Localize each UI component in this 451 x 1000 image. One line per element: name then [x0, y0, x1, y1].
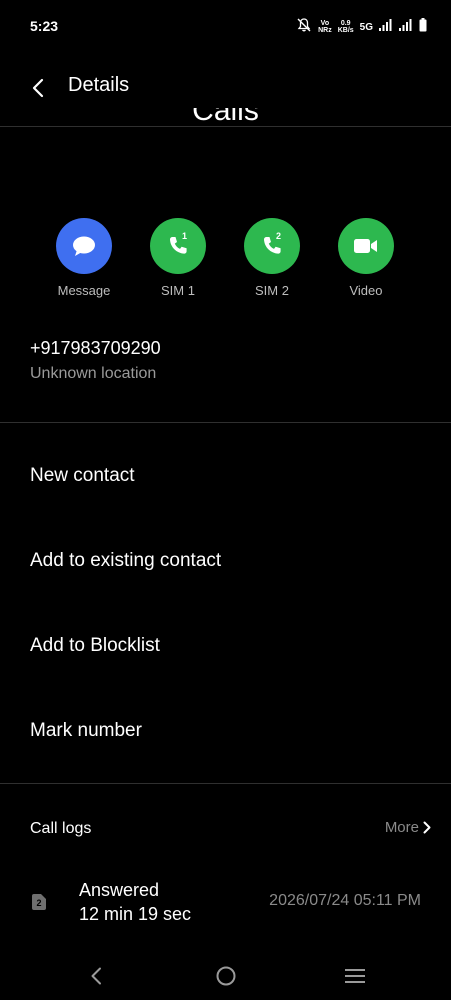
status-time: 5:23 [30, 18, 59, 34]
call-logs-title: Call logs [30, 820, 92, 837]
message-button[interactable]: Message [36, 218, 132, 298]
network-speed: 0.9 KB/s [337, 20, 354, 34]
chevron-left-icon [32, 78, 44, 98]
sim2-badge: 2 [276, 231, 282, 241]
nav-back-icon [91, 967, 101, 985]
nav-home-button[interactable] [212, 962, 240, 990]
more-label: More [384, 819, 419, 836]
call-log-duration: 12 min 19 sec [79, 904, 192, 924]
more-call-logs-link[interactable]: More [385, 819, 431, 836]
sim2-indicator-icon: 2 [32, 894, 46, 910]
new-contact-option[interactable]: New contact [30, 465, 135, 487]
video-call-button[interactable]: Video [318, 218, 414, 298]
back-button[interactable] [22, 72, 54, 104]
video-icon [354, 239, 377, 253]
add-to-blocklist-option[interactable]: Add to Blocklist [30, 635, 160, 657]
phone-location: Unknown location [30, 365, 157, 382]
status-bar: 5:23 Vo NRz 0.9 KB/s 5G [0, 0, 451, 54]
battery-icon [419, 17, 427, 37]
sim1-call-button[interactable]: 1 SIM 1 [130, 218, 226, 298]
divider [0, 422, 451, 423]
nav-back-button[interactable] [82, 962, 110, 990]
call-log-status: Answered [79, 880, 160, 900]
signal-sim2-icon [399, 18, 413, 36]
video-circle [338, 218, 394, 274]
message-circle [56, 218, 112, 274]
system-nav-bar [0, 948, 451, 1000]
contact-name-partial: Calls [192, 108, 259, 126]
sim2-call-button[interactable]: 2 SIM 2 [224, 218, 320, 298]
svg-text:2: 2 [36, 898, 41, 908]
sim2-label: SIM 2 [255, 283, 289, 298]
contact-info: +917983709290 Unknown location [30, 338, 161, 383]
sim1-badge: 1 [182, 231, 188, 241]
network-type: 5G [359, 21, 373, 33]
nav-menu-icon [345, 969, 365, 983]
status-icons: Vo NRz 0.9 KB/s 5G [296, 16, 427, 38]
divider [0, 783, 451, 784]
muted-notification-icon [296, 17, 312, 38]
sim2-circle: 2 [244, 218, 300, 274]
message-icon [73, 236, 95, 256]
volte-indicator: Vo NRz [318, 20, 332, 34]
phone-number[interactable]: +917983709290 [30, 338, 161, 359]
sim1-circle: 1 [150, 218, 206, 274]
signal-sim1-icon [379, 18, 393, 36]
video-label: Video [349, 283, 383, 298]
chevron-right-icon [423, 821, 431, 834]
page-title: Details [68, 74, 130, 96]
message-label: Message [57, 283, 111, 298]
mark-number-option[interactable]: Mark number [30, 720, 142, 742]
call-log-date: 2026/07/24 05:11 PM [269, 892, 421, 909]
add-to-existing-contact-option[interactable]: Add to existing contact [30, 550, 221, 572]
nav-recents-button[interactable] [341, 962, 369, 990]
sim1-label: SIM 1 [161, 283, 195, 298]
call-log-entry[interactable]: 2 Answered 12 min 19 sec 2026/07/24 05:1… [0, 876, 451, 932]
action-buttons: Message 1 SIM 1 2 SIM 2 Video [36, 218, 416, 298]
nav-home-icon [216, 966, 236, 986]
divider [0, 126, 451, 127]
